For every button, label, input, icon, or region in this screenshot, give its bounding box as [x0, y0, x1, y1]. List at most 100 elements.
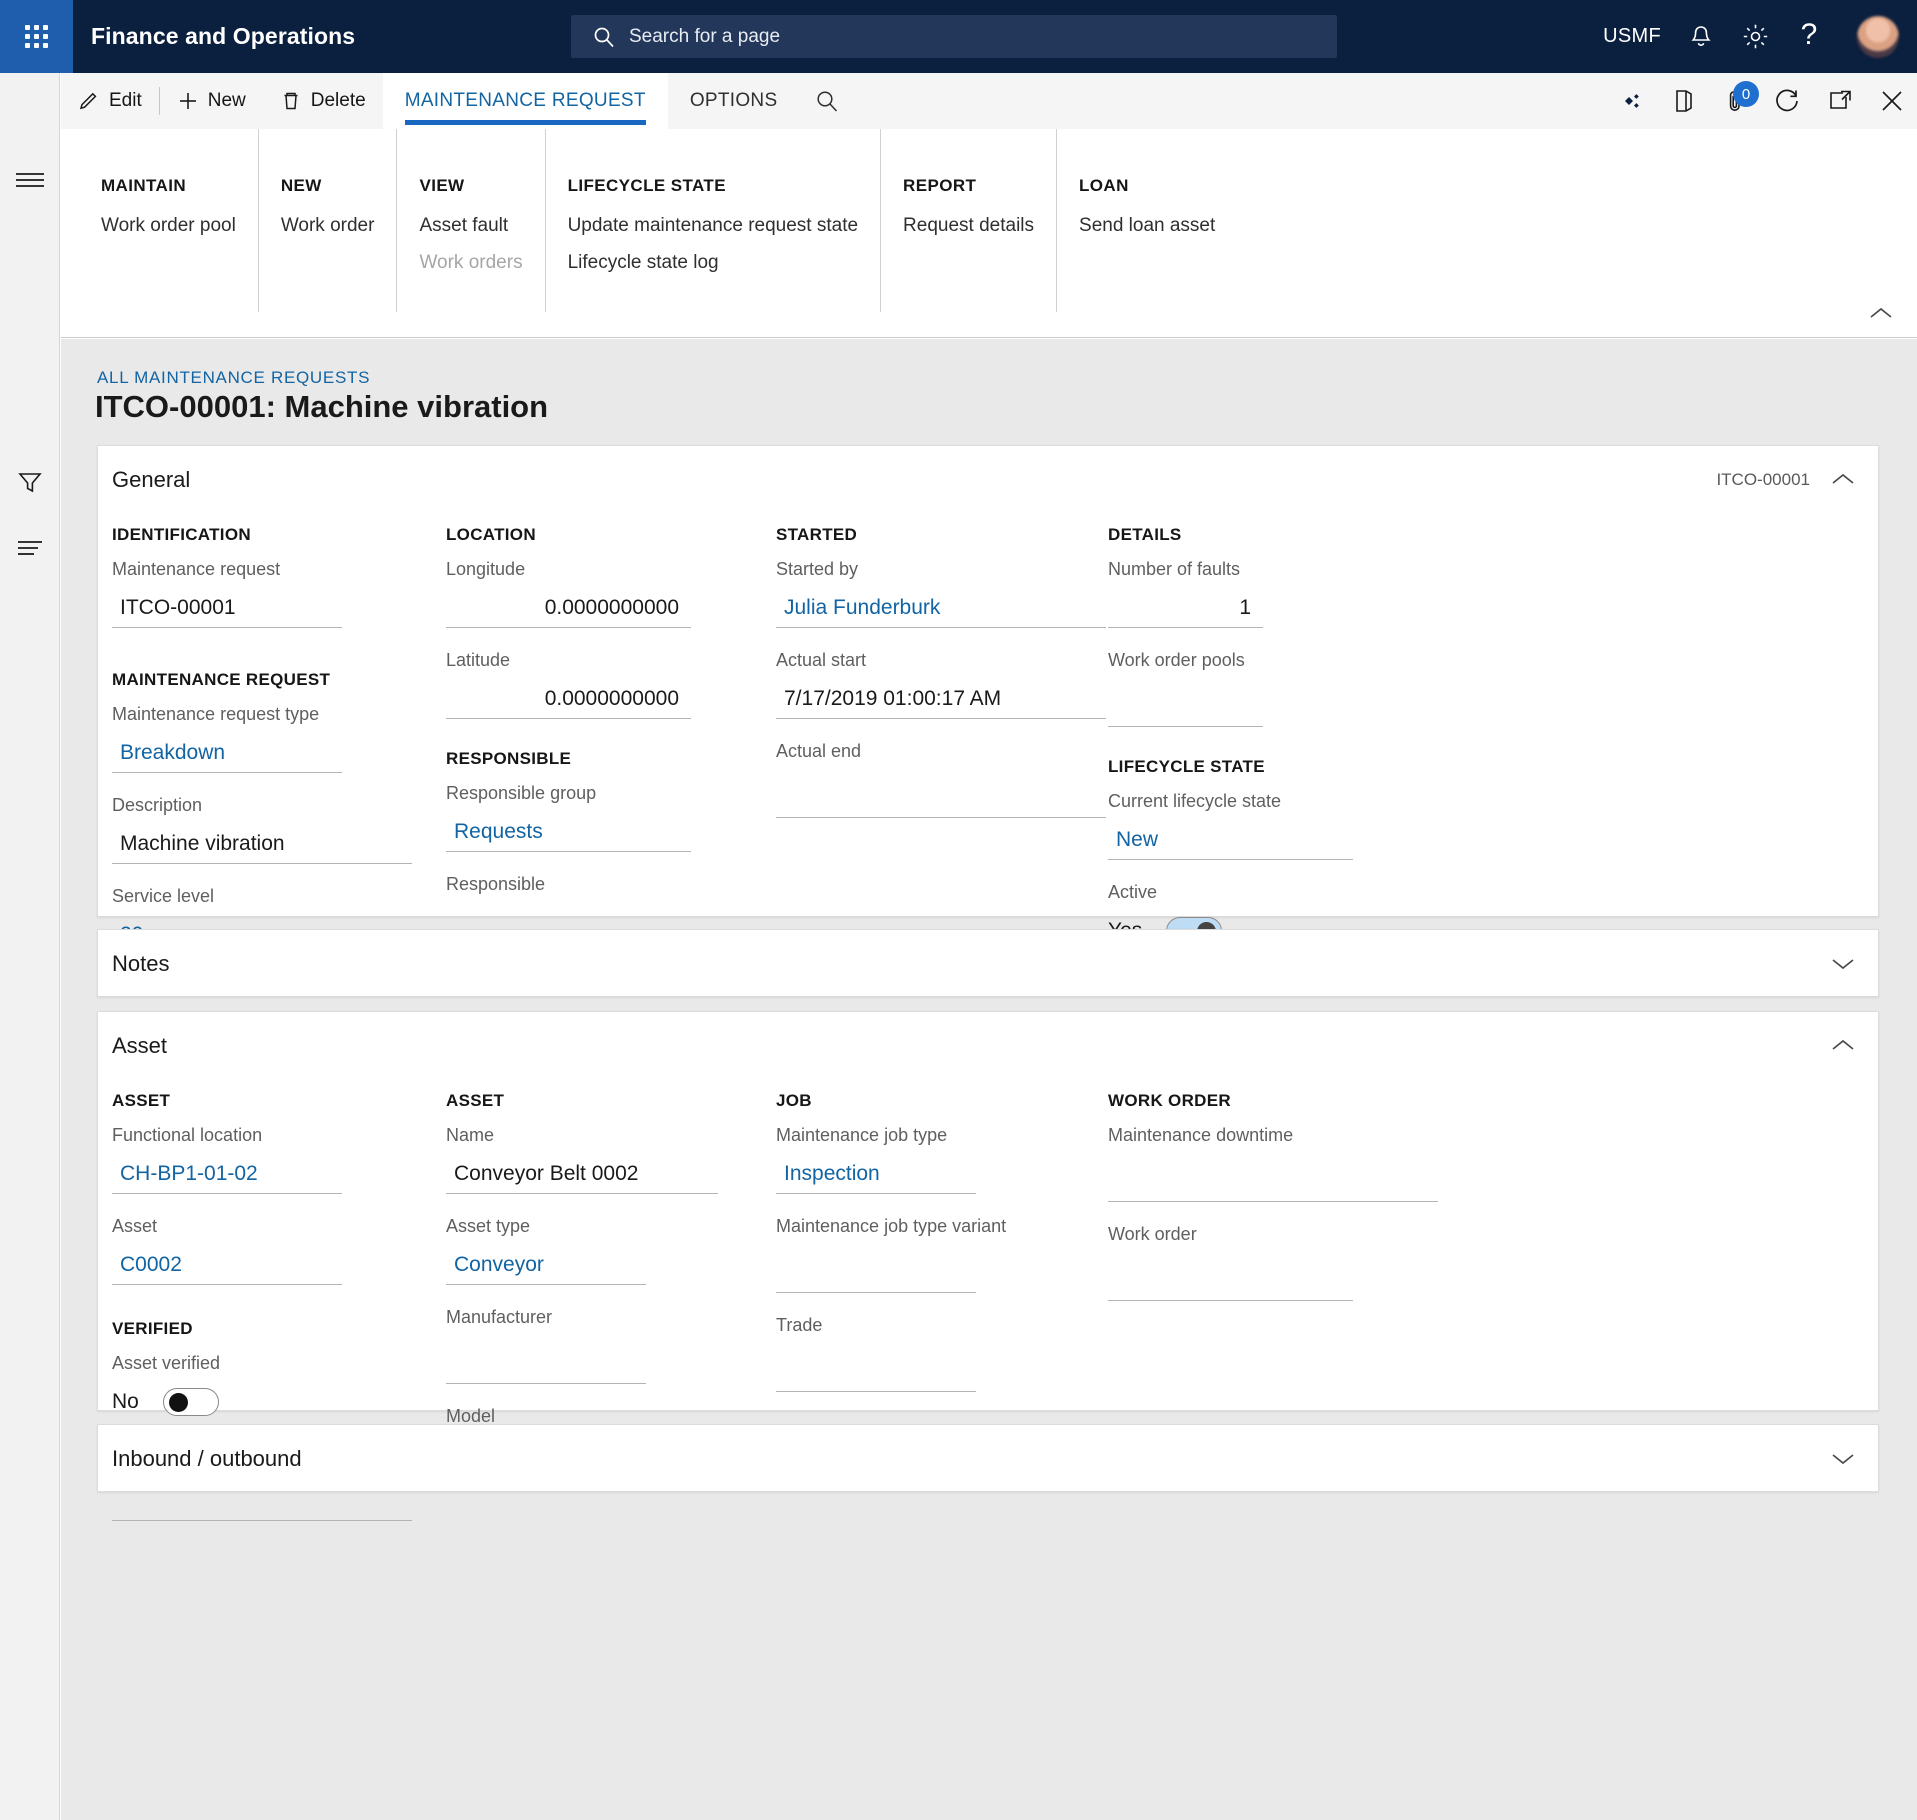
menu-item-work-order-pool[interactable]: Work order pool: [101, 212, 236, 240]
field-responsible-group: Responsible group Requests: [446, 783, 762, 852]
group-label-maintenance-request: MAINTENANCE REQUEST: [112, 670, 430, 690]
menu-item-update-maintenance-request-state[interactable]: Update maintenance request state: [568, 212, 858, 240]
field-service-level-label: Service level: [112, 886, 430, 907]
close-icon[interactable]: [1875, 84, 1909, 118]
app-launcher-button[interactable]: [0, 0, 73, 73]
field-responsible-label: Responsible: [446, 874, 762, 895]
field-maintenance-request-type-input[interactable]: Breakdown: [112, 731, 342, 773]
search-icon: [593, 26, 615, 48]
field-actual-end: Actual end: [776, 741, 1094, 818]
menu-item-work-orders: Work orders: [419, 249, 522, 277]
collapse-action-pane-button[interactable]: [1867, 299, 1895, 327]
field-maintenance-request-type-value[interactable]: Breakdown: [112, 738, 225, 768]
field-manufacturer: Manufacturer: [446, 1307, 762, 1384]
field-work-order-input[interactable]: [1108, 1251, 1353, 1301]
general-section-header-right: ITCO-00001: [1716, 467, 1856, 493]
field-asset-label: Asset: [112, 1216, 430, 1237]
field-maintenance-downtime-input[interactable]: [1108, 1152, 1438, 1202]
field-actual-end-input[interactable]: [776, 768, 1106, 818]
inbound-outbound-section-header-right: [1830, 1446, 1856, 1472]
delete-button[interactable]: Delete: [263, 73, 383, 129]
field-description-value: Machine vibration: [112, 829, 285, 859]
popout-icon[interactable]: [1823, 84, 1857, 118]
menu-item-lifecycle-state-log[interactable]: Lifecycle state log: [568, 249, 858, 277]
chevron-up-icon[interactable]: [1830, 467, 1856, 493]
notifications-bell-icon[interactable]: [1687, 23, 1715, 51]
field-trade-input[interactable]: [776, 1342, 976, 1392]
trash-icon: [280, 90, 302, 112]
relate-icon[interactable]: [1615, 84, 1649, 118]
field-responsible-group-value[interactable]: Requests: [446, 817, 543, 847]
filter-icon[interactable]: [0, 463, 60, 503]
office-export-icon[interactable]: [1667, 84, 1701, 118]
field-number-of-faults-input[interactable]: 1: [1108, 586, 1263, 628]
field-maintenance-job-type-input[interactable]: Inspection: [776, 1152, 976, 1194]
refresh-icon[interactable]: [1771, 84, 1805, 118]
page-search-box[interactable]: Search for a page: [571, 15, 1337, 58]
field-current-lifecycle-state: Current lifecycle state New: [1108, 791, 1426, 860]
new-button[interactable]: New: [160, 73, 263, 129]
field-functional-location-input[interactable]: CH-BP1-01-02: [112, 1152, 342, 1194]
tab-options[interactable]: OPTIONS: [668, 73, 800, 129]
delete-button-label: Delete: [311, 90, 366, 112]
field-maintenance-request-input[interactable]: ITCO-00001: [112, 586, 342, 628]
field-maintenance-job-type-value[interactable]: Inspection: [776, 1159, 880, 1189]
menu-item-work-order[interactable]: Work order: [281, 212, 375, 240]
menu-item-send-loan-asset[interactable]: Send loan asset: [1079, 212, 1215, 240]
company-selector[interactable]: USMF: [1603, 25, 1661, 48]
field-longitude-input[interactable]: 0.0000000000: [446, 586, 691, 628]
group-label-asset-right: ASSET: [446, 1091, 762, 1111]
field-latitude-input[interactable]: 0.0000000000: [446, 677, 691, 719]
action-pane-search-button[interactable]: [799, 73, 855, 129]
menu-item-request-details[interactable]: Request details: [903, 212, 1034, 240]
field-current-lifecycle-state-input[interactable]: New: [1108, 818, 1353, 860]
field-name-input[interactable]: Conveyor Belt 0002: [446, 1152, 718, 1194]
attachments-icon[interactable]: 0: [1719, 84, 1753, 118]
field-maintenance-request-label: Maintenance request: [112, 559, 430, 580]
field-maintenance-job-type-variant-input[interactable]: [776, 1243, 976, 1293]
asset-section-header[interactable]: Asset: [98, 1012, 1878, 1079]
chevron-down-icon[interactable]: [1830, 951, 1856, 977]
help-question-icon[interactable]: ?: [1795, 23, 1823, 51]
notes-section-header[interactable]: Notes: [98, 930, 1878, 997]
field-latitude: Latitude 0.0000000000: [446, 650, 762, 719]
group-label-job: JOB: [776, 1091, 1094, 1111]
field-responsible-group-input[interactable]: Requests: [446, 810, 691, 852]
field-actual-start-input[interactable]: 7/17/2019 01:00:17 AM: [776, 677, 1106, 719]
field-asset-value[interactable]: C0002: [112, 1250, 182, 1280]
field-maintenance-job-type-variant-label: Maintenance job type variant: [776, 1216, 1094, 1237]
general-section-header[interactable]: General ITCO-00001: [98, 446, 1878, 513]
field-asset-input[interactable]: C0002: [112, 1243, 342, 1285]
group-label-work-order: WORK ORDER: [1108, 1091, 1426, 1111]
inbound-outbound-section-header[interactable]: Inbound / outbound: [98, 1425, 1878, 1492]
field-current-lifecycle-state-value[interactable]: New: [1108, 825, 1158, 855]
field-maintenance-downtime: Maintenance downtime: [1108, 1125, 1426, 1202]
action-pane-groups: MAINTAIN Work order pool NEW Work order …: [61, 129, 1917, 312]
field-name: Name Conveyor Belt 0002: [446, 1125, 762, 1194]
group-maintain: MAINTAIN Work order pool: [79, 129, 258, 312]
field-started-by-input[interactable]: Julia Funderburk: [776, 586, 1106, 628]
asset-verified-toggle[interactable]: [163, 1388, 219, 1416]
field-work-order-pools-input[interactable]: [1108, 677, 1263, 727]
edit-button[interactable]: Edit: [61, 73, 159, 129]
field-asset-type-input[interactable]: Conveyor: [446, 1243, 646, 1285]
field-functional-location-value[interactable]: CH-BP1-01-02: [112, 1159, 258, 1189]
field-manufacturer-input[interactable]: [446, 1334, 646, 1384]
field-started-by-value[interactable]: Julia Funderburk: [776, 593, 940, 623]
inbound-outbound-section-title: Inbound / outbound: [112, 1446, 302, 1472]
hamburger-menu-icon[interactable]: [0, 160, 60, 200]
breadcrumb[interactable]: ALL MAINTENANCE REQUESTS: [97, 368, 370, 388]
general-section: General ITCO-00001 IDENTIFICATION Mainte…: [97, 445, 1879, 917]
group-new: NEW Work order: [258, 129, 397, 312]
field-description-input[interactable]: Machine vibration: [112, 822, 412, 864]
avatar[interactable]: [1857, 16, 1899, 58]
settings-gear-icon[interactable]: [1741, 23, 1769, 51]
field-maintenance-job-type-variant: Maintenance job type variant: [776, 1216, 1094, 1293]
chevron-up-icon[interactable]: [1830, 1033, 1856, 1059]
field-asset-type-value[interactable]: Conveyor: [446, 1250, 544, 1280]
chevron-down-icon[interactable]: [1830, 1446, 1856, 1472]
field-responsible-group-label: Responsible group: [446, 783, 762, 804]
tab-maintenance-request[interactable]: MAINTENANCE REQUEST: [383, 73, 668, 129]
list-lines-icon[interactable]: [0, 528, 60, 568]
menu-item-asset-fault[interactable]: Asset fault: [419, 212, 522, 240]
